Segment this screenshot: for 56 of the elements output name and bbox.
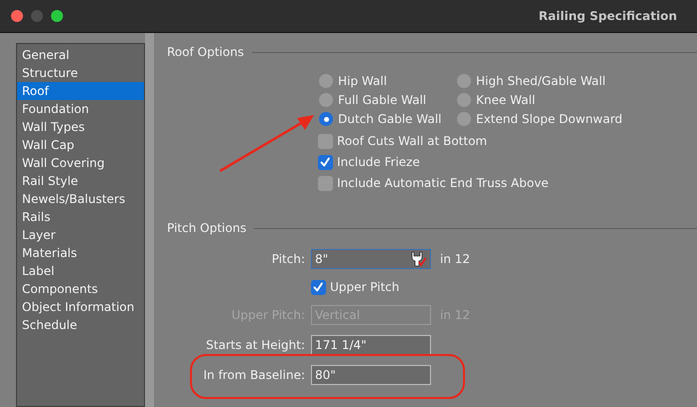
input-field[interactable]: 8" xyxy=(311,249,431,269)
radio-option[interactable]: Hip Wall xyxy=(319,73,457,89)
checkbox-label: Include Automatic End Truss Above xyxy=(337,176,549,190)
wrench-check-icon[interactable] xyxy=(409,251,427,267)
radio-label: Knee Wall xyxy=(476,93,536,107)
radio-button[interactable] xyxy=(319,93,333,107)
radio-label: Hip Wall xyxy=(338,74,387,88)
window-title: Railing Specification xyxy=(538,9,677,23)
radio-button[interactable] xyxy=(457,93,471,107)
close-button[interactable] xyxy=(11,10,23,22)
field-label: Pitch: xyxy=(270,252,305,266)
sidebar-item[interactable]: Materials xyxy=(17,244,144,262)
radio-option[interactable]: Knee Wall xyxy=(457,92,697,108)
sidebar-item[interactable]: Layer xyxy=(17,226,144,244)
radio-label: Extend Slope Downward xyxy=(476,112,622,126)
checkbox[interactable] xyxy=(311,280,326,294)
radio-option[interactable]: Full Gable Wall xyxy=(319,92,457,108)
checkbox-label: Include Frieze xyxy=(337,155,420,169)
field-label: In from Baseline: xyxy=(202,368,305,382)
radio-button[interactable] xyxy=(457,112,471,126)
radio-label: Full Gable Wall xyxy=(338,93,426,107)
unit-label: in 12 xyxy=(440,252,472,266)
radio-option[interactable]: High Shed/Gable Wall xyxy=(457,73,697,89)
section-title: Roof Options xyxy=(167,45,244,59)
sidebar-item[interactable]: Wall Covering xyxy=(17,154,144,172)
field-label: Starts at Height: xyxy=(205,338,305,352)
section-title: Pitch Options xyxy=(167,221,246,235)
sidebar-item[interactable]: General xyxy=(17,46,144,64)
radio-button[interactable] xyxy=(319,112,333,126)
sidebar-item[interactable]: Rails xyxy=(17,208,144,226)
sidebar-item[interactable]: Components xyxy=(17,280,144,298)
sidebar-item[interactable]: Newels/Balusters xyxy=(17,190,144,208)
radio-label: Dutch Gable Wall xyxy=(338,112,442,126)
checkbox[interactable] xyxy=(318,154,333,170)
sidebar-item[interactable]: Wall Cap xyxy=(17,136,144,154)
sidebar-item[interactable]: Rail Style xyxy=(17,172,144,190)
radio-button[interactable] xyxy=(457,74,471,88)
input-field[interactable]: 171 1/4" xyxy=(311,335,431,355)
checkbox[interactable] xyxy=(318,134,333,148)
checkbox-label: Upper Pitch xyxy=(330,280,400,294)
sidebar-item[interactable]: Object Information xyxy=(17,298,144,316)
input-field[interactable]: 80" xyxy=(311,365,431,385)
checkbox[interactable] xyxy=(318,176,333,190)
zoom-button[interactable] xyxy=(51,10,63,22)
minimize-button[interactable] xyxy=(31,10,43,22)
sidebar-item[interactable]: Label xyxy=(17,262,144,280)
radio-button[interactable] xyxy=(319,74,333,88)
sidebar-item[interactable]: Foundation xyxy=(17,100,144,118)
radio-option[interactable]: Extend Slope Downward xyxy=(457,111,697,127)
sidebar-item[interactable]: Schedule xyxy=(17,316,144,334)
sidebar-item[interactable]: Structure xyxy=(17,64,144,82)
sidebar-item[interactable]: Wall Types xyxy=(17,118,144,136)
radio-option[interactable]: Dutch Gable Wall xyxy=(319,111,457,127)
radio-label: High Shed/Gable Wall xyxy=(476,74,606,88)
checkbox-label: Roof Cuts Wall at Bottom xyxy=(337,134,488,148)
sidebar-item[interactable]: Roof xyxy=(17,82,144,100)
